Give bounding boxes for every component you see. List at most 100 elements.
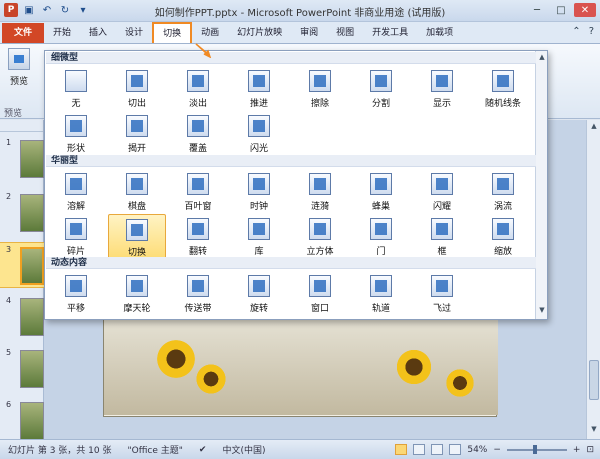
zoom-out-icon[interactable]: − <box>493 445 501 455</box>
slide-thumb-6[interactable]: 6 <box>0 398 44 444</box>
transition-cut[interactable]: 切出 <box>108 66 166 112</box>
transition-label: 揭开 <box>127 144 146 154</box>
transition-push[interactable]: 推进 <box>230 66 288 112</box>
transition-vortex[interactable]: 涡流 <box>474 169 532 215</box>
transition-flash[interactable]: 闪光 <box>230 111 288 157</box>
tab-slideshow[interactable]: 幻灯片放映 <box>228 23 291 43</box>
slide-sorter-icon[interactable] <box>413 444 426 455</box>
fit-window-icon[interactable]: ⊡ <box>586 445 594 455</box>
transition-window[interactable]: 窗口 <box>291 271 349 317</box>
tab-transitions[interactable]: 切换 <box>152 22 193 43</box>
transition-ripple[interactable]: 涟漪 <box>291 169 349 215</box>
tab-review[interactable]: 审阅 <box>291 23 327 43</box>
transition-ferris-wheel[interactable]: 摩天轮 <box>108 271 166 317</box>
reading-view-icon[interactable] <box>431 444 444 455</box>
transition-orbit[interactable]: 轨道 <box>352 271 410 317</box>
normal-view-icon[interactable] <box>395 444 408 455</box>
ribbon-tabs: 文件 开始 插入 设计 切换 动画 幻灯片放映 审阅 视图 开发工具 加载项 ⌃… <box>0 22 600 44</box>
transition-label: 窗口 <box>310 304 329 314</box>
ribbon-minimize-icon[interactable]: ⌃ <box>572 26 580 37</box>
transition-switch[interactable]: 切换 <box>108 214 166 260</box>
tab-addins[interactable]: 加载项 <box>417 23 462 43</box>
transition-shape[interactable]: 形状 <box>47 111 105 157</box>
flash-icon <box>248 115 270 137</box>
transition-cube[interactable]: 立方体 <box>291 214 349 260</box>
transition-uncover[interactable]: 揭开 <box>108 111 166 157</box>
flip-icon <box>187 218 209 240</box>
transition-random-bars[interactable]: 随机线条 <box>474 66 532 112</box>
tab-insert[interactable]: 插入 <box>80 23 116 43</box>
transition-fade[interactable]: 淡出 <box>169 66 227 112</box>
help-icon[interactable]: ? <box>589 26 594 37</box>
preview-button[interactable]: 预览 <box>4 48 34 87</box>
scroll-up-icon[interactable]: ▲ <box>589 122 599 132</box>
slide-thumb-3[interactable]: 3 <box>0 242 44 288</box>
transition-glitter[interactable]: 闪耀 <box>413 169 471 215</box>
spellcheck-icon[interactable]: ✔ <box>191 445 215 455</box>
gallery-scrollbar[interactable]: ▲ ▼ <box>535 51 547 319</box>
transition-conveyor[interactable]: 传送带 <box>169 271 227 317</box>
scroll-down-icon[interactable]: ▼ <box>537 306 547 316</box>
slide-thumb-1[interactable]: 1 <box>0 136 44 182</box>
zoom-in-icon[interactable]: + <box>573 445 581 455</box>
tab-view[interactable]: 视图 <box>327 23 363 43</box>
transition-reveal[interactable]: 显示 <box>413 66 471 112</box>
tab-file[interactable]: 文件 <box>2 23 45 43</box>
transition-box[interactable]: 框 <box>413 214 471 260</box>
transition-rotate[interactable]: 旋转 <box>230 271 288 317</box>
transition-pan[interactable]: 平移 <box>47 271 105 317</box>
section-exciting: 华丽型 <box>46 155 536 167</box>
transition-none[interactable]: 无 <box>47 66 105 112</box>
transition-cover[interactable]: 覆盖 <box>169 111 227 157</box>
slide-thumb-2[interactable]: 2 <box>0 190 44 236</box>
scroll-up-icon[interactable]: ▲ <box>537 53 547 63</box>
transition-fly-through[interactable]: 飞过 <box>413 271 471 317</box>
transition-split[interactable]: 分割 <box>352 66 410 112</box>
slide-info: 幻灯片 第 3 张，共 10 张 <box>8 446 112 456</box>
blinds-icon <box>187 173 209 195</box>
switch-icon <box>126 219 148 241</box>
clock-icon <box>248 173 270 195</box>
transition-checkerboard[interactable]: 棋盘 <box>108 169 166 215</box>
transition-gallery[interactable]: 库 <box>230 214 288 260</box>
slideshow-view-icon[interactable] <box>449 444 462 455</box>
transition-label: 无 <box>71 99 81 109</box>
close-icon[interactable]: ✕ <box>574 3 596 17</box>
transition-flip[interactable]: 翻转 <box>169 214 227 260</box>
theme-name[interactable]: "Office 主题" <box>119 443 190 456</box>
transition-wipe[interactable]: 擦除 <box>291 66 349 112</box>
transition-dissolve[interactable]: 溶解 <box>47 169 105 215</box>
language[interactable]: 中文(中国) <box>214 443 273 456</box>
slide-number: 3 <box>6 245 12 254</box>
transition-label: 显示 <box>432 99 451 109</box>
slide-thumb-5[interactable]: 5 <box>0 346 44 392</box>
doors-icon <box>370 218 392 240</box>
flower-image <box>444 367 476 399</box>
tab-animations[interactable]: 动画 <box>192 23 228 43</box>
scroll-thumb[interactable] <box>589 360 599 400</box>
cube-icon <box>309 218 331 240</box>
transition-blinds[interactable]: 百叶窗 <box>169 169 227 215</box>
transition-label: 库 <box>254 247 264 257</box>
zoom-level[interactable]: 54% <box>467 445 487 455</box>
scroll-down-icon[interactable]: ▼ <box>589 425 599 435</box>
transition-shred[interactable]: 碎片 <box>47 214 105 260</box>
transition-honeycomb[interactable]: 蜂巢 <box>352 169 410 215</box>
tab-developer[interactable]: 开发工具 <box>363 23 417 43</box>
minimize-icon[interactable]: ─ <box>526 3 548 17</box>
transition-zoom[interactable]: 缩放 <box>474 214 532 260</box>
transition-label: 闪光 <box>249 144 268 154</box>
transition-clock[interactable]: 时钟 <box>230 169 288 215</box>
reveal-icon <box>431 70 453 92</box>
slide-thumbnail <box>20 402 44 440</box>
transition-doors[interactable]: 门 <box>352 214 410 260</box>
vortex-icon <box>492 173 514 195</box>
dissolve-icon <box>65 173 87 195</box>
slide-thumb-4[interactable]: 4 <box>0 294 44 340</box>
tab-home[interactable]: 开始 <box>44 23 80 43</box>
fly-through-icon <box>431 275 453 297</box>
maximize-icon[interactable]: □ <box>550 3 572 17</box>
tab-design[interactable]: 设计 <box>116 23 152 43</box>
vertical-scrollbar[interactable]: ▲ ▼ <box>586 120 600 439</box>
zoom-slider[interactable] <box>506 444 567 454</box>
